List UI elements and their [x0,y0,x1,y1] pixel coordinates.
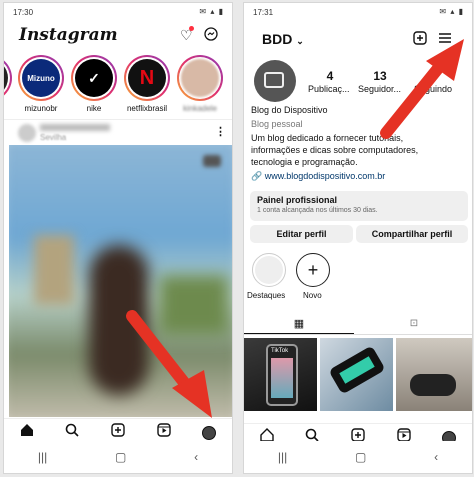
share-profile-button[interactable]: Compartilhar perfil [356,225,468,243]
chevron-down-icon: ⌄ [296,36,304,46]
system-nav-bar: ||| ▢ ‹ [244,441,472,473]
story-label: nike [86,104,102,113]
story-label: mizunobr [24,104,58,113]
posts-label[interactable]: Publicaç... [308,84,350,94]
status-icons: ✉ ▴ ▮ [199,7,224,16]
tab-grid[interactable]: ▦ [244,313,354,334]
back-icon[interactable]: ‹ [434,450,438,464]
blurred-avatar [181,59,219,97]
tab-tagged[interactable]: ⊡ [359,313,469,334]
grid-post-3[interactable] [396,338,472,411]
system-nav-bar: ||| ▢ ‹ [4,441,232,473]
red-arrow-annotation [380,39,464,139]
grid-icon: ▦ [293,317,305,330]
netflix-logo: N [128,59,166,97]
highlight-destaques[interactable] [252,253,286,287]
red-arrow-annotation [126,310,212,418]
profile-category: Blog pessoal [251,119,303,129]
home-button-icon[interactable]: ▢ [355,450,366,464]
story-label: netflixbrasil [126,104,167,113]
tiktok-label: TikTok [271,348,289,354]
post-location: Sevilha [40,133,67,142]
link-icon: 🔗 [251,171,263,181]
bio-line: tecnologia e programação. [251,157,358,167]
grid-post-2[interactable] [320,338,393,411]
nike-logo: ✓ [75,59,113,97]
multi-post-badge [203,155,221,167]
plus-icon: + [307,259,319,280]
heart-icon[interactable]: ♡ [180,26,194,44]
status-icons: ✉ ▴ ▮ [439,7,464,16]
profile-name: Blog do Dispositivo [251,105,328,115]
status-bar: 17:31 ✉ ▴ ▮ [244,6,472,19]
profile-avatar-icon[interactable] [202,425,217,440]
home-button-icon[interactable]: ▢ [115,450,126,464]
status-bar: 17:30 ✉ ▴ ▮ [4,6,232,19]
mizuno-logo: Mizuno [22,59,60,97]
home-icon[interactable] [20,423,34,442]
profile-picture[interactable] [254,60,296,102]
more-options-icon[interactable]: ⋮ [215,125,226,138]
story-partial[interactable] [4,55,12,101]
reels-icon[interactable] [156,423,171,442]
dashboard-subtitle: 1 conta alcançada nos últimos 30 dias. [257,207,378,214]
instagram-feed-screen: 17:30 ✉ ▴ ▮ Instagram ♡ Mizuno ✓ N mizun… [3,2,233,474]
back-icon[interactable]: ‹ [194,450,198,464]
new-highlight-button[interactable]: + [296,253,330,287]
profile-username[interactable]: BDD ⌄ [262,31,304,47]
create-post-icon[interactable] [111,423,125,442]
search-icon[interactable] [65,423,79,442]
website-text: www.blogdodispositivo.com.br [264,171,386,181]
story-kinkadele[interactable] [177,55,223,101]
status-time: 17:30 [13,8,34,17]
post-avatar[interactable] [18,124,36,142]
username-text: BDD [262,31,293,47]
new-highlight-label: Novo [303,291,322,300]
instagram-profile-screen: 17:31 ✉ ▴ ▮ BDD ⌄ 4 Publicaç... 13 Segui… [243,2,473,474]
story-label: kinkadele [183,104,217,113]
messenger-icon[interactable] [204,27,218,46]
posts-count: 4 [326,69,334,83]
story-nike[interactable]: ✓ [71,55,117,101]
dashboard-title: Painel profissional [257,195,338,205]
grid-post-1[interactable]: TikTok [244,338,317,411]
tagged-person-icon: ⊡ [409,318,419,329]
profile-tabs: ▦ ⊡ [244,313,472,335]
website-link[interactable]: 🔗 www.blogdodispositivo.com.br [251,171,385,182]
recent-apps-icon[interactable]: ||| [278,450,287,464]
edit-profile-button[interactable]: Editar perfil [250,225,353,243]
highlight-label: Destaques [247,291,286,300]
recent-apps-icon[interactable]: ||| [38,450,47,464]
instagram-logo: Instagram [19,25,118,45]
story-netflixbrasil[interactable]: N [124,55,170,101]
post-username[interactable] [40,124,110,131]
professional-dashboard[interactable]: Painel profissional 1 conta alcançada no… [250,191,468,221]
story-mizunobr[interactable]: Mizuno [18,55,64,101]
status-time: 17:31 [253,8,274,17]
